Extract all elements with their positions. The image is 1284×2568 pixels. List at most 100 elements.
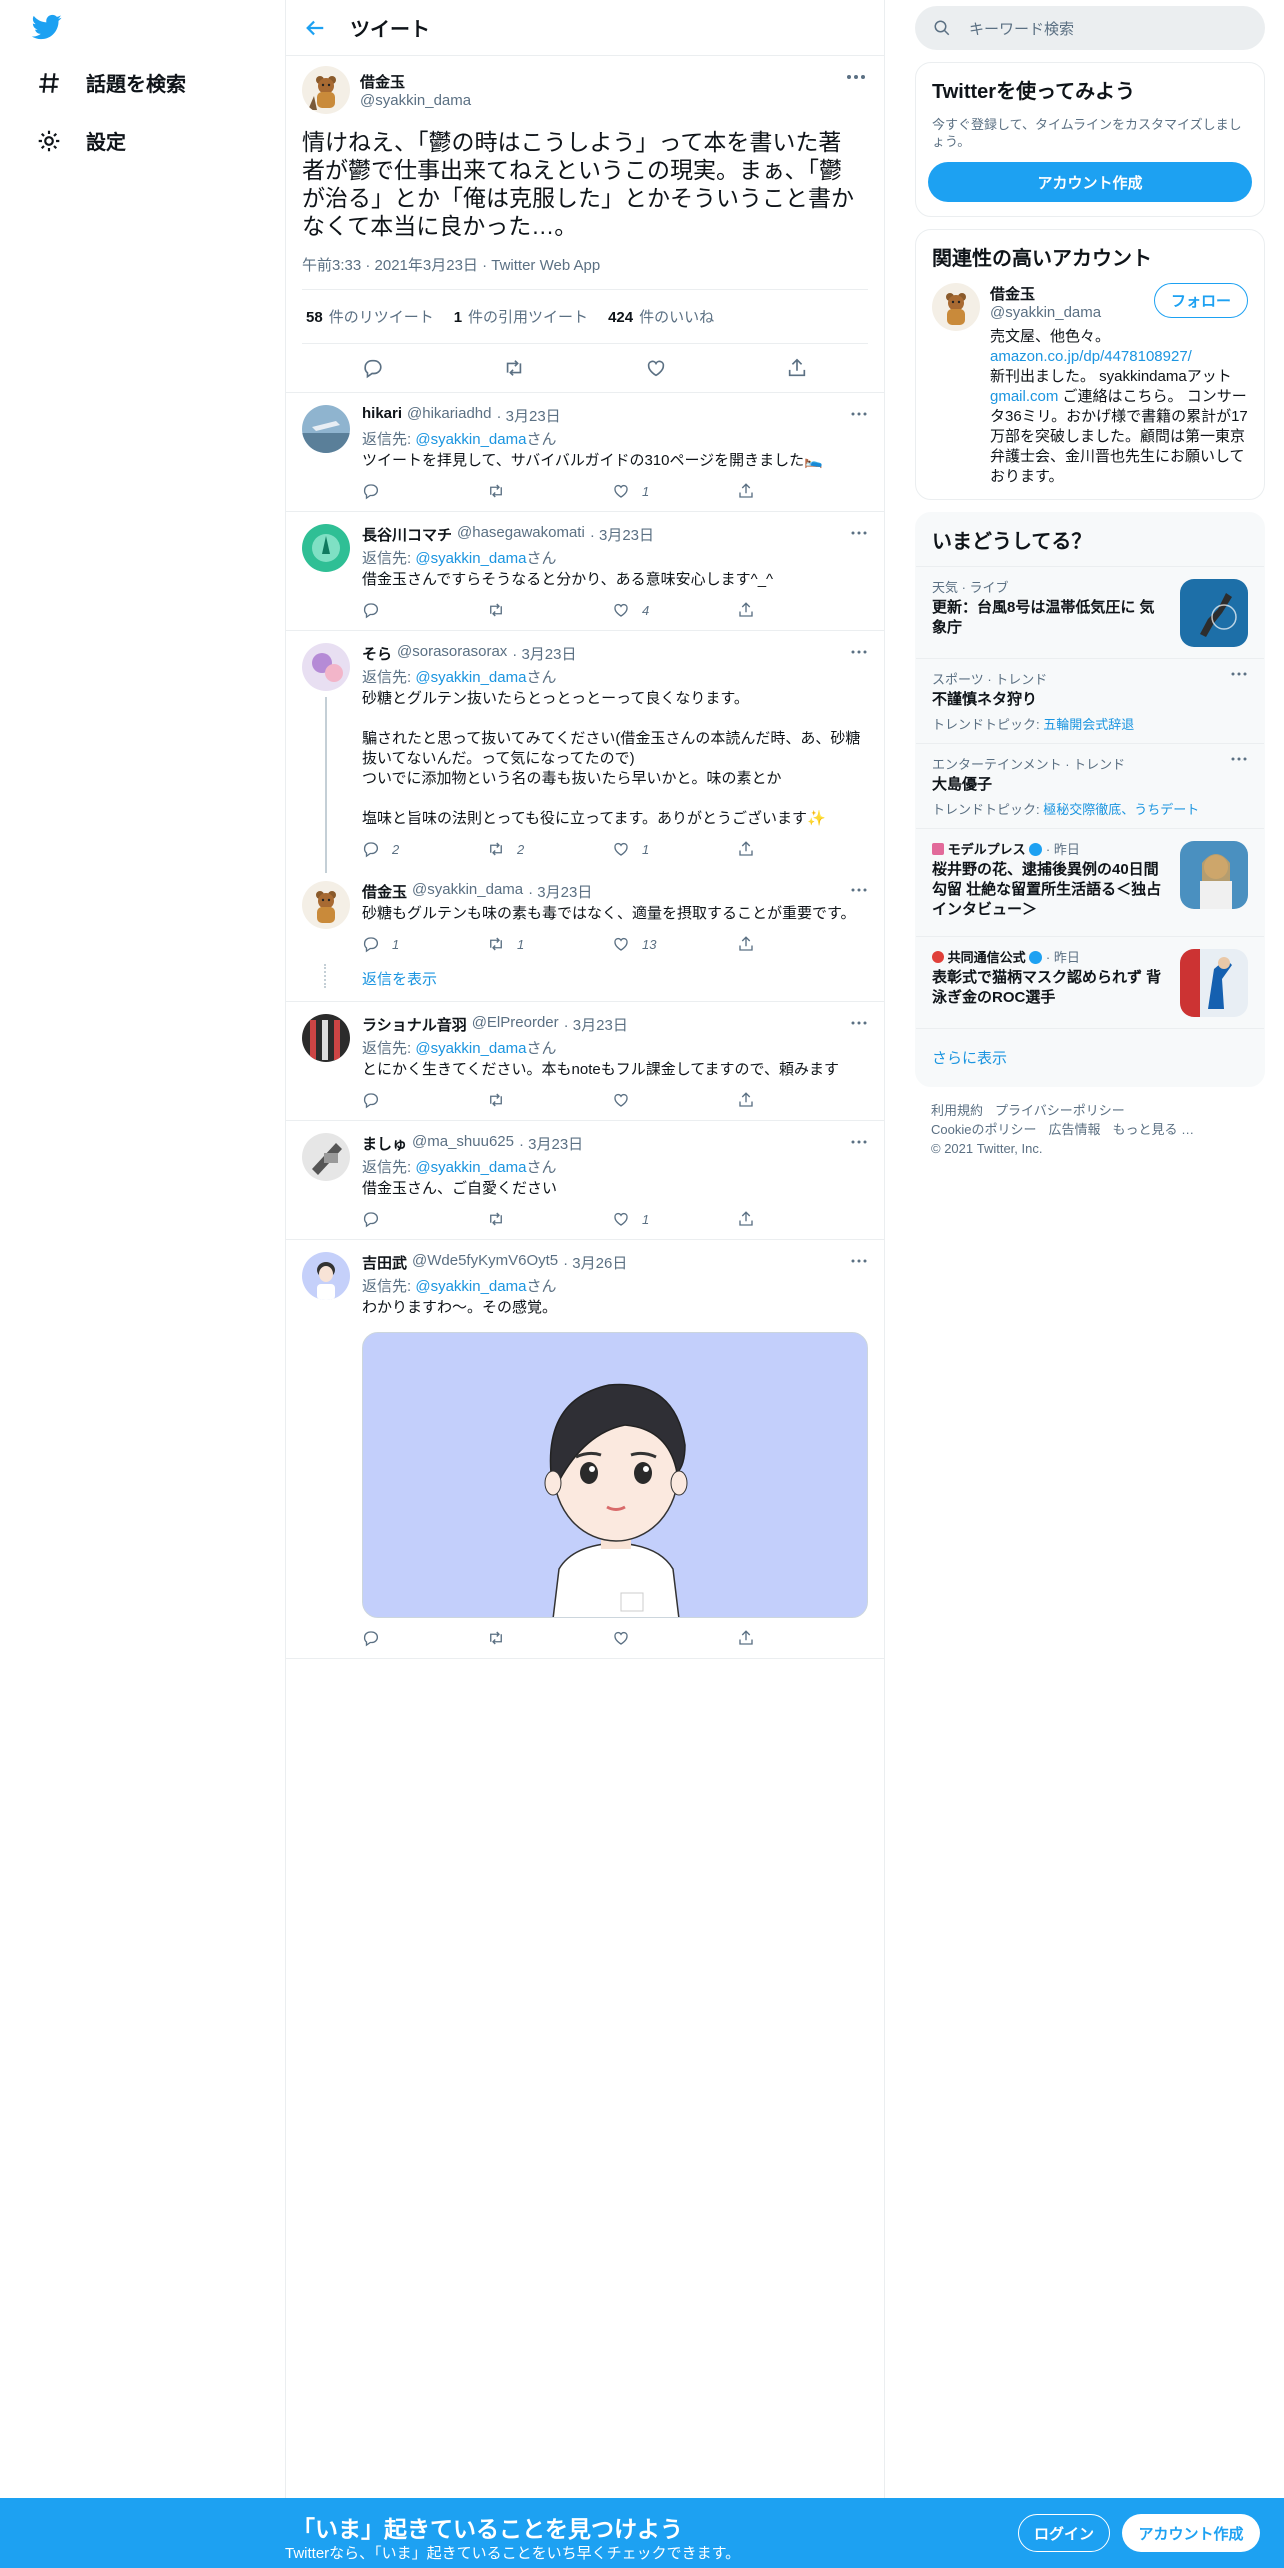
- trend-item[interactable]: 天気 · ライブ 更新：台風8号は温帯低気圧に 気象庁: [916, 566, 1264, 658]
- tweet-meta[interactable]: 午前3:33 · 2021年3月23日 · Twitter Web App: [302, 254, 868, 290]
- nav-explore[interactable]: 話題を検索: [36, 68, 186, 97]
- reply-button[interactable]: [362, 1091, 412, 1109]
- avatar[interactable]: [302, 405, 350, 453]
- like-button[interactable]: 4: [612, 601, 662, 619]
- author-name[interactable]: 借金玉: [360, 71, 471, 92]
- retweet-button[interactable]: 2: [487, 840, 537, 858]
- trend-item[interactable]: 共同通信公式 · 昨日 表彰式で猫柄マスク認められず 背泳ぎ金のROC選手: [916, 936, 1264, 1028]
- mention-link[interactable]: @syakkin_dama: [415, 1159, 526, 1176]
- ads-link[interactable]: 広告情報: [1048, 1122, 1100, 1137]
- avatar[interactable]: [302, 1133, 350, 1181]
- reply-date[interactable]: · 3月23日: [590, 524, 654, 545]
- retweet-stat[interactable]: 58 件のリツイート: [306, 306, 434, 327]
- login-button[interactable]: ログイン: [1018, 2514, 1110, 2552]
- reply-tweet[interactable]: ラショナル音羽 @ElPreorder · 3月23日 返信先: @syakkin_…: [286, 1002, 884, 1121]
- follow-button[interactable]: フォロー: [1153, 283, 1248, 318]
- mention-link[interactable]: @syakkin_dama: [415, 431, 526, 448]
- more-options-icon[interactable]: [850, 1258, 868, 1264]
- reply-author-name[interactable]: 長谷川コマチ: [362, 524, 452, 545]
- like-button[interactable]: [612, 1629, 662, 1647]
- back-arrow-icon[interactable]: [304, 17, 326, 39]
- reply-author-name[interactable]: 吉田武: [362, 1252, 407, 1273]
- like-button[interactable]: 1: [612, 840, 662, 858]
- reply-button[interactable]: 2: [362, 840, 412, 858]
- related-account[interactable]: 借金玉 @syakkin_dama 売文屋、他色々。 amazon.co.jp/…: [916, 283, 1264, 499]
- more-options-icon[interactable]: [1230, 756, 1248, 762]
- reply-tweet[interactable]: そら @sorasorasorax · 3月23日 返信先: @syakkin_da…: [286, 631, 884, 873]
- terms-link[interactable]: 利用規約: [931, 1103, 983, 1118]
- trend-item[interactable]: スポーツ · トレンド 不謹慎ネタ狩り トレンドトピック: 五輪開会式辞退: [916, 658, 1264, 743]
- trend-item[interactable]: モデルプレス · 昨日 桜井野の花、逮捕後異例の40日間勾留 壮絶な留置所生活語…: [916, 828, 1264, 936]
- reply-button[interactable]: [362, 1629, 412, 1647]
- reply-author-name[interactable]: そら: [362, 643, 392, 664]
- reply-author-handle[interactable]: @syakkin_dama: [412, 881, 523, 902]
- reply-date[interactable]: · 3月23日: [496, 405, 560, 426]
- mention-link[interactable]: @syakkin_dama: [415, 550, 526, 567]
- retweet-button[interactable]: 1: [487, 935, 537, 953]
- more-options-icon[interactable]: [850, 1139, 868, 1145]
- reply-date[interactable]: · 3月23日: [512, 643, 576, 664]
- share-button[interactable]: [737, 482, 787, 500]
- reply-author-name[interactable]: 借金玉: [362, 881, 407, 902]
- like-stat[interactable]: 424 件のいいね: [608, 306, 714, 327]
- share-button[interactable]: [737, 601, 787, 619]
- tweet-media-image[interactable]: [362, 1332, 868, 1618]
- share-button[interactable]: [737, 1629, 787, 1647]
- mention-link[interactable]: @syakkin_dama: [415, 1278, 526, 1295]
- retweet-button[interactable]: [487, 1210, 537, 1228]
- reply-author-name[interactable]: ましゅ: [362, 1133, 407, 1154]
- avatar[interactable]: [302, 524, 350, 572]
- share-button[interactable]: [737, 935, 787, 953]
- like-icon[interactable]: [645, 357, 667, 379]
- cookie-link[interactable]: Cookieのポリシー: [931, 1122, 1036, 1137]
- avatar[interactable]: [302, 881, 350, 929]
- retweet-button[interactable]: [487, 482, 537, 500]
- reply-author-handle[interactable]: @ma_shuu625: [412, 1133, 514, 1154]
- share-button[interactable]: [737, 1091, 787, 1109]
- privacy-link[interactable]: プライバシーポリシー: [995, 1103, 1125, 1118]
- trend-topic-link[interactable]: 五輪開会式辞退: [1043, 717, 1134, 732]
- reply-date[interactable]: · 3月23日: [519, 1133, 583, 1154]
- mention-link[interactable]: @syakkin_dama: [415, 669, 526, 686]
- reply-author-handle[interactable]: @hasegawakomati: [457, 524, 585, 545]
- more-options-icon[interactable]: [850, 1020, 868, 1026]
- reply-tweet[interactable]: ましゅ @ma_shuu625 · 3月23日 返信先: @syakkin_dama…: [286, 1121, 884, 1240]
- reply-date[interactable]: · 3月23日: [564, 1014, 628, 1035]
- avatar[interactable]: [932, 283, 980, 331]
- reply-author-handle[interactable]: @Wde5fyKymV6Oyt5: [412, 1252, 558, 1273]
- nav-settings[interactable]: 設定: [36, 126, 126, 155]
- reply-author-handle[interactable]: @ElPreorder: [472, 1014, 559, 1035]
- like-button[interactable]: 13: [612, 935, 662, 953]
- search-input[interactable]: キーワード検索: [915, 6, 1265, 50]
- reply-date[interactable]: · 3月26日: [563, 1252, 627, 1273]
- more-options-icon[interactable]: [844, 72, 868, 82]
- quote-stat[interactable]: 1 件の引用ツイート: [454, 306, 588, 327]
- more-options-icon[interactable]: [850, 411, 868, 417]
- reply-date[interactable]: · 3月23日: [528, 881, 592, 902]
- twitter-logo-icon[interactable]: [30, 12, 64, 42]
- show-replies-link[interactable]: 返信を表示: [286, 964, 884, 1002]
- reply-tweet[interactable]: 吉田武 @Wde5fyKymV6Oyt5 · 3月26日 返信先: @syakkin…: [286, 1240, 884, 1659]
- mention-link[interactable]: @syakkin_dama: [415, 1040, 526, 1057]
- reply-button[interactable]: [362, 1210, 412, 1228]
- like-button[interactable]: 1: [612, 482, 662, 500]
- reply-tweet[interactable]: hikari @hikariadhd · 3月23日 返信先: @syakkin_d…: [286, 393, 884, 512]
- reply-author-handle[interactable]: @hikariadhd: [407, 405, 491, 426]
- bio-email-link[interactable]: gmail.com: [990, 388, 1058, 405]
- more-options-icon[interactable]: [850, 649, 868, 655]
- trend-topic-link[interactable]: 極秘交際徹底、うちデート: [1043, 802, 1199, 817]
- reply-button[interactable]: [362, 601, 412, 619]
- more-options-icon[interactable]: [850, 530, 868, 536]
- more-link[interactable]: もっと見る …: [1112, 1122, 1194, 1137]
- share-button[interactable]: [737, 840, 787, 858]
- reply-tweet[interactable]: 借金玉 @syakkin_dama · 3月23日 砂糖もグルテンも味の素も毒ではな…: [286, 869, 884, 964]
- share-icon[interactable]: [786, 357, 808, 379]
- avatar[interactable]: [302, 643, 350, 691]
- reply-tweet[interactable]: 長谷川コマチ @hasegawakomati · 3月23日 返信先: @syakk…: [286, 512, 884, 631]
- author-handle[interactable]: @syakkin_dama: [360, 92, 471, 109]
- reply-button[interactable]: [362, 482, 412, 500]
- more-options-icon[interactable]: [850, 887, 868, 893]
- like-button[interactable]: 1: [612, 1210, 662, 1228]
- reply-author-handle[interactable]: @sorasorasorax: [397, 643, 507, 664]
- retweet-button[interactable]: [487, 1091, 537, 1109]
